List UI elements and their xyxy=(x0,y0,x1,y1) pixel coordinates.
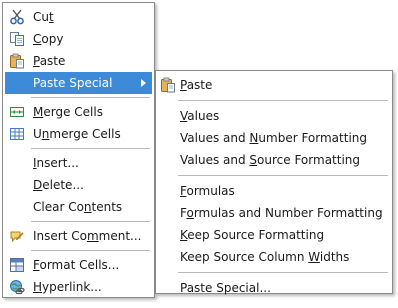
context-menu: Cut Copy Paste Paste Special Merge Cells… xyxy=(2,2,155,298)
format-cells-icon xyxy=(10,258,24,272)
label-suffix: aste xyxy=(39,54,66,68)
submenu-arrow-icon xyxy=(141,79,146,87)
label-suffix: idths xyxy=(319,250,350,264)
menu-item-format-cells[interactable]: Format Cells... xyxy=(3,254,154,276)
menu-item-merge-cells[interactable]: Merge Cells xyxy=(3,101,154,123)
submenu-item-keep-source-formatting[interactable]: Keep Source Formatting xyxy=(156,224,392,246)
label-prefix: Values and xyxy=(180,131,250,145)
access-key: W xyxy=(308,250,320,264)
menu-item-delete[interactable]: Delete... xyxy=(3,174,154,196)
label-suffix: ource Formatting xyxy=(257,153,361,167)
menu-item-insert-comment[interactable]: Insert Comment... xyxy=(3,225,154,247)
submenu-item-values-source-formatting[interactable]: Values and Source Formatting xyxy=(156,149,392,171)
scissors-icon xyxy=(10,9,24,25)
access-key: m xyxy=(86,229,99,243)
menu-item-paste-special[interactable]: Paste Special xyxy=(5,72,152,94)
label-prefix: Values and xyxy=(180,153,250,167)
label-suffix: opy xyxy=(41,32,64,46)
menu-separator xyxy=(31,250,150,251)
access-key: M xyxy=(33,105,44,119)
label-suffix: yperlink... xyxy=(42,280,102,294)
label-suffix: eep Source Formatting xyxy=(187,228,325,242)
paste-special-submenu: Paste Values Values and Number Formattin… xyxy=(155,70,393,295)
label-suffix: elete... xyxy=(42,178,84,192)
label-suffix: ormulas xyxy=(186,184,235,198)
menu-item-hyperlink[interactable]: Hyperlink... xyxy=(3,276,154,298)
submenu-item-paste-special-dialog[interactable]: Paste Special... xyxy=(156,277,392,299)
label-suffix: erge Cells xyxy=(43,105,103,119)
merge-cells-icon xyxy=(10,107,24,117)
menu-separator xyxy=(31,97,150,98)
submenu-item-paste[interactable]: Paste xyxy=(156,74,392,96)
insert-comment-icon xyxy=(10,231,24,243)
label-suffix: umber Formatting xyxy=(258,131,367,145)
menu-item-clear-contents[interactable]: Clear Contents xyxy=(3,196,154,218)
label-suffix: ment... xyxy=(98,229,142,243)
access-key: P xyxy=(180,78,187,92)
label-suffix: nsert... xyxy=(36,156,79,170)
label-prefix: Clear Co xyxy=(33,200,84,214)
submenu-item-values-number-formatting[interactable]: Values and Number Formatting xyxy=(156,127,392,149)
label-suffix: rmulas and Number Formatting xyxy=(193,206,383,220)
submenu-item-formulas[interactable]: Formulas xyxy=(156,180,392,202)
label-suffix: aste xyxy=(186,78,213,92)
hyperlink-icon xyxy=(10,280,25,295)
access-key: t xyxy=(48,10,54,24)
label-suffix: alues xyxy=(187,109,220,123)
menu-separator xyxy=(178,100,388,101)
access-key: o xyxy=(186,206,194,220)
label-prefix: Paste Special xyxy=(33,76,113,90)
menu-separator xyxy=(31,148,150,149)
menu-item-copy[interactable]: Copy xyxy=(3,28,154,50)
menu-separator xyxy=(178,175,388,176)
label-prefix: Cu xyxy=(33,10,49,24)
submenu-item-formulas-number-formatting[interactable]: Formulas and Number Formatting xyxy=(156,202,392,224)
label-prefix: Keep Source Column xyxy=(180,250,309,264)
copy-icon xyxy=(10,32,24,46)
menu-item-unmerge-cells[interactable]: Unmerge Cells xyxy=(3,123,154,145)
paste-icon xyxy=(161,77,175,93)
unmerge-cells-icon xyxy=(10,128,24,140)
menu-item-paste[interactable]: Paste xyxy=(3,50,154,72)
label-prefix: U xyxy=(33,127,42,141)
access-key: H xyxy=(33,280,43,294)
access-key: D xyxy=(33,178,43,192)
label-suffix: tents xyxy=(91,200,123,214)
label-suffix: merge Cells xyxy=(49,127,121,141)
menu-separator xyxy=(178,272,388,273)
access-key: P xyxy=(33,54,40,68)
label-suffix: ormat Cells... xyxy=(39,258,120,272)
access-key: n xyxy=(83,200,92,214)
menu-separator xyxy=(31,221,150,222)
access-key: S xyxy=(249,153,258,167)
submenu-item-keep-source-column-widths[interactable]: Keep Source Column Widths xyxy=(156,246,392,268)
label-prefix: Insert Co xyxy=(33,229,87,243)
paste-icon xyxy=(10,53,24,69)
menu-item-cut[interactable]: Cut xyxy=(3,6,154,28)
submenu-item-values[interactable]: Values xyxy=(156,105,392,127)
menu-item-insert[interactable]: Insert... xyxy=(3,152,154,174)
label-prefix: Paste Special... xyxy=(180,281,271,295)
